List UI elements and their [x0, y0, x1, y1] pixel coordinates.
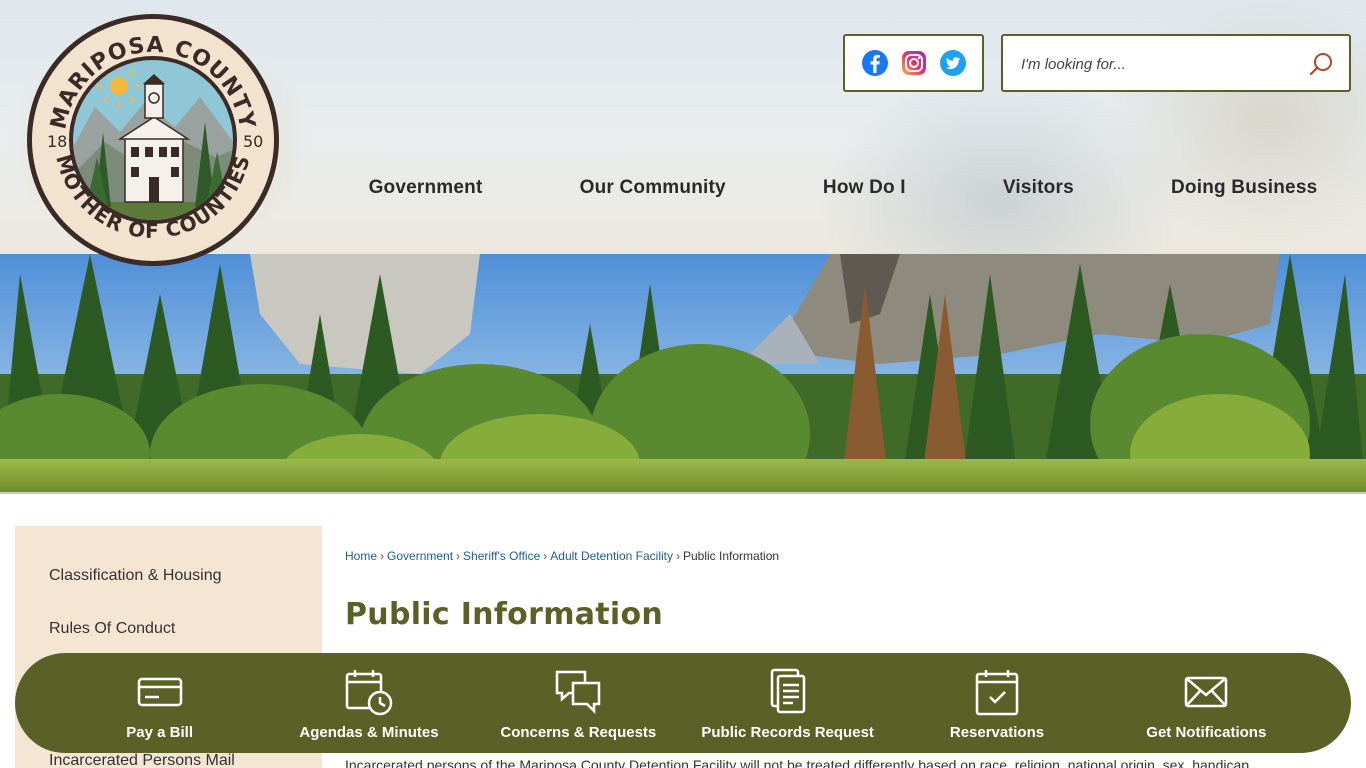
- sidebar-item-classification-housing[interactable]: Classification & Housing: [49, 567, 222, 585]
- quicklink-get-notifications[interactable]: Get Notifications: [1106, 653, 1306, 753]
- breadcrumb-separator: ›: [456, 549, 461, 563]
- quick-links-bar: Pay a Bill Agendas & Minutes Concerns & …: [15, 653, 1351, 753]
- body-paragraph: Incarcerated persons of the Mariposa Cou…: [345, 757, 1250, 768]
- quicklink-pay-a-bill[interactable]: Pay a Bill: [60, 653, 260, 753]
- county-seal-logo[interactable]: MARIPOSA COUNTY MOTHER OF COUNTIES 18 50: [25, 12, 281, 268]
- page-title: Public Information: [345, 597, 664, 632]
- envelope-icon: [1181, 667, 1231, 717]
- quicklink-label: Pay a Bill: [126, 724, 193, 741]
- sidebar-item-rules-of-conduct[interactable]: Rules Of Conduct: [49, 620, 175, 638]
- quicklink-agendas-minutes[interactable]: Agendas & Minutes: [269, 653, 469, 753]
- quicklink-label: Reservations: [949, 724, 1045, 741]
- breadcrumb-current: Public Information: [683, 549, 780, 563]
- quicklink-reservations[interactable]: Reservations: [897, 653, 1097, 753]
- sidebar-item-incarcerated-persons-mail[interactable]: Incarcerated Persons Mail: [49, 752, 235, 768]
- nav-doing-business[interactable]: Doing Business: [1171, 177, 1317, 199]
- calendar-clock-icon: [344, 667, 394, 717]
- quicklink-public-records-request[interactable]: Public Records Request: [688, 653, 888, 753]
- breadcrumb-separator: ›: [380, 549, 385, 563]
- social-links: [843, 34, 984, 92]
- search-icon[interactable]: [1307, 50, 1335, 78]
- breadcrumb-sheriffs-office[interactable]: Sheriff's Office: [463, 549, 540, 563]
- quicklink-label: Public Records Request: [701, 724, 874, 741]
- nav-how-do-i[interactable]: How Do I: [823, 177, 906, 199]
- instagram-icon[interactable]: [900, 49, 928, 77]
- nav-our-community[interactable]: Our Community: [580, 177, 726, 199]
- breadcrumb: Home › Government › Sheriff's Office › Adult D…: [345, 549, 779, 563]
- main-nav: Government Our Community How Do I Visito…: [320, 170, 1366, 206]
- chat-bubbles-icon: [553, 667, 603, 717]
- quicklink-label: Get Notifications: [1146, 724, 1267, 741]
- nav-government[interactable]: Government: [369, 177, 483, 199]
- logo-year-right: 50: [243, 132, 263, 151]
- calendar-check-icon: [972, 667, 1022, 717]
- search-box: [1001, 34, 1351, 92]
- quicklink-label: Agendas & Minutes: [299, 724, 439, 741]
- facebook-icon[interactable]: [861, 49, 889, 77]
- breadcrumb-home[interactable]: Home: [345, 549, 377, 563]
- breadcrumb-government[interactable]: Government: [387, 549, 453, 563]
- search-input[interactable]: [1021, 50, 1301, 78]
- quicklink-label: Concerns & Requests: [500, 724, 657, 741]
- breadcrumb-separator: ›: [676, 549, 680, 563]
- twitter-icon[interactable]: [939, 49, 967, 77]
- site-header: MARIPOSA COUNTY MOTHER OF COUNTIES 18 50: [0, 0, 1366, 266]
- quicklink-concerns-requests[interactable]: Concerns & Requests: [478, 653, 678, 753]
- documents-icon: [763, 667, 813, 717]
- breadcrumb-adult-detention-facility[interactable]: Adult Detention Facility: [550, 549, 673, 563]
- logo-year-left: 18: [47, 132, 67, 151]
- forest-banner-image: [0, 254, 1366, 494]
- credit-card-icon: [135, 667, 185, 717]
- breadcrumb-separator: ›: [543, 549, 548, 563]
- nav-visitors[interactable]: Visitors: [1003, 177, 1074, 199]
